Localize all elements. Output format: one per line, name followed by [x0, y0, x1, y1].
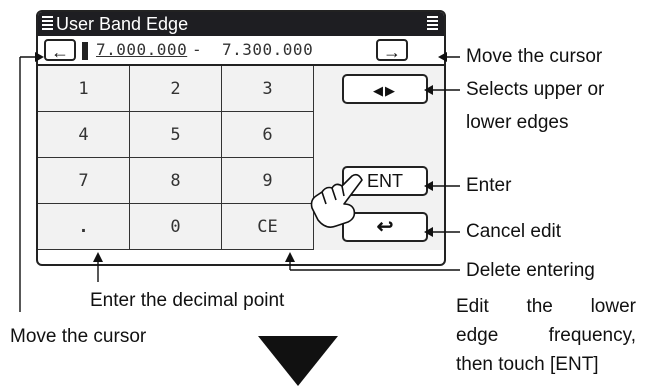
- annotation-move-cursor-right: Move the cursor: [466, 46, 603, 67]
- instruction-line: then touch [ENT]: [456, 354, 599, 375]
- annotation-selects-edges-line2: lower edges: [466, 112, 569, 133]
- arrowhead: [35, 52, 44, 62]
- annotation-delete-entering: Delete entering: [466, 260, 595, 281]
- arrowhead: [438, 52, 447, 62]
- instruction-line: edge frequency,: [456, 325, 636, 346]
- arrowhead: [424, 181, 433, 191]
- annotation-cancel-edit: Cancel edit: [466, 221, 562, 242]
- arrowhead: [285, 252, 295, 262]
- annotation-enter: Enter: [466, 175, 512, 196]
- annotation-move-cursor-left: Move the cursor: [10, 326, 147, 347]
- down-triangle-icon: [258, 336, 338, 386]
- pointing-hand-icon: [310, 173, 363, 228]
- arrowhead: [424, 85, 433, 95]
- instruction-text: Edit the lower edge frequency, then touc…: [456, 292, 636, 379]
- annotation-decimal-point: Enter the decimal point: [90, 290, 285, 311]
- instruction-line: Edit the lower: [456, 296, 636, 317]
- arrowhead: [424, 227, 433, 237]
- arrowhead: [93, 252, 103, 262]
- annotation-selects-edges-line1: Selects upper or: [466, 79, 605, 100]
